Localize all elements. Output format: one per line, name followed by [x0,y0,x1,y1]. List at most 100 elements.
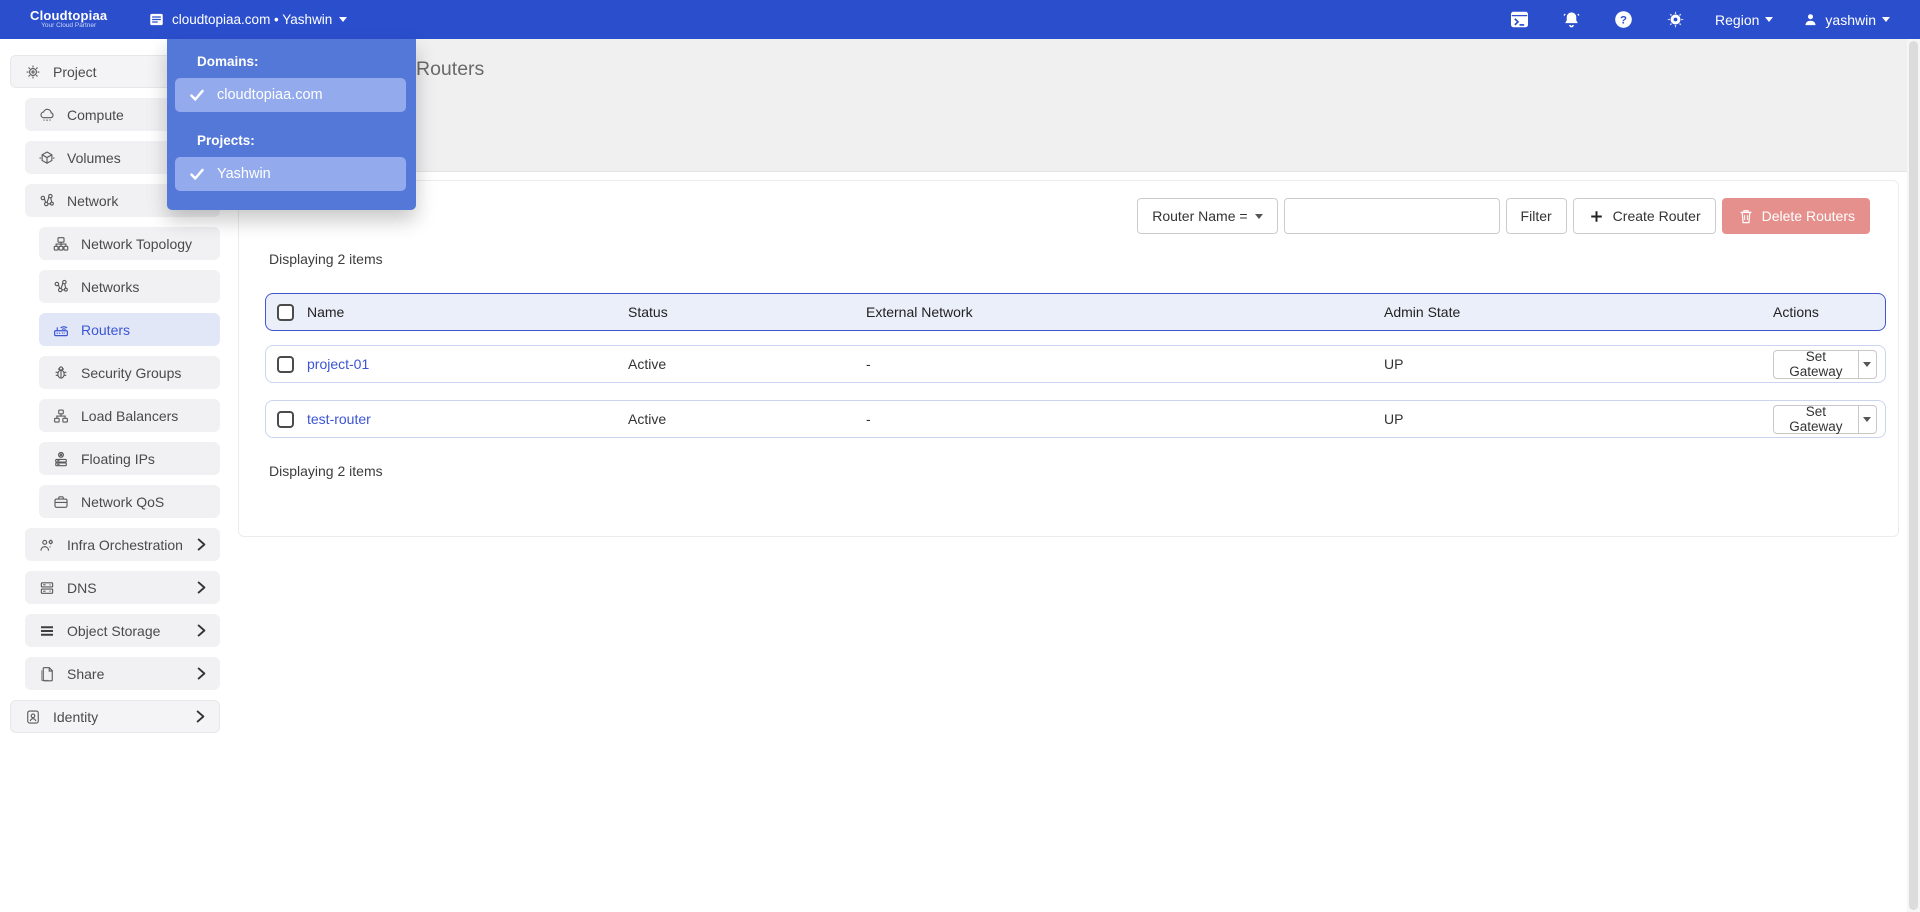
projects-heading: Projects: [197,133,255,148]
sidebar-item-object-storage[interactable]: Object Storage [25,614,220,647]
chevron-down-icon [1765,17,1774,22]
project-option-yashwin[interactable]: Yashwin [175,157,406,191]
sidebar-item-security-groups[interactable]: Security Groups [39,356,220,389]
navbar-right: ? Region yashwin [1493,0,1920,39]
chevron-right-icon [196,538,207,551]
chevron-down-icon [339,17,348,22]
sidebar-item-dns[interactable]: DNS [25,571,220,604]
scrollbar-thumb[interactable] [1909,41,1918,910]
chevron-right-icon [196,624,207,637]
nodes-icon [38,192,56,210]
actions-cell: Set Gateway [1773,404,1885,434]
sidebar-item-infra-orchestration[interactable]: Infra Orchestration [25,528,220,561]
row-checkbox[interactable] [277,355,294,373]
external-network-cell: - [866,356,871,372]
bell-icon[interactable] [1545,0,1597,39]
sidebar-item-network-qos[interactable]: Network QoS [39,485,220,518]
domain-option-cloudtopiaa[interactable]: cloudtopiaa.com [175,78,406,112]
check-icon [188,89,206,101]
external-network-cell: - [866,411,871,427]
sidebar-item-label: Network QoS [81,493,165,510]
region-label: Region [1715,11,1760,28]
set-gateway-button[interactable]: Set Gateway [1773,349,1858,379]
user-menu[interactable]: yashwin [1787,0,1904,39]
chevron-down-icon [1863,416,1872,422]
main-content: Routers Router Name = Filter Create Rout… [232,39,1920,912]
routers-panel: Router Name = Filter Create Router Delet… [238,180,1899,537]
router-icon [52,321,70,339]
sidebar-item-routers[interactable]: Routers [39,313,220,346]
row-checkbox[interactable] [277,410,294,428]
brand-logo[interactable]: Cloudtopiaa Your Cloud Partner [30,9,107,30]
row-actions-split-button: Set Gateway [1773,404,1877,434]
region-dropdown[interactable]: Region [1701,0,1787,39]
sidebar-item-floating-ips[interactable]: Floating IPs [39,442,220,475]
filter-field-dropdown[interactable]: Router Name = [1137,198,1278,234]
filter-search-input[interactable] [1283,198,1500,234]
filter-button[interactable]: Filter [1505,198,1567,234]
server-icon [38,579,56,597]
table-row: test-router Active - UP Set Gateway [265,400,1886,438]
ip-stack-icon [52,450,70,468]
create-router-button[interactable]: Create Router [1572,198,1716,234]
column-header-actions: Actions [1773,304,1819,320]
chevron-right-icon [196,581,207,594]
sidebar-item-label: Identity [53,708,99,725]
router-name-link[interactable]: test-router [307,411,628,427]
sidebar-item-label: Security Groups [81,364,182,381]
plus-icon [1588,210,1606,223]
column-header-external-network: External Network [866,304,973,320]
row-select-cell [266,355,307,373]
top-navbar: Cloudtopiaa Your Cloud Partner cloudtopi… [0,0,1920,39]
set-gateway-button[interactable]: Set Gateway [1773,404,1858,434]
username-label: yashwin [1825,11,1876,28]
chevron-right-icon [195,710,206,723]
column-header-admin-state: Admin State [1384,304,1461,320]
actions-cell: Set Gateway [1773,349,1885,379]
row-actions-split-button: Set Gateway [1773,349,1877,379]
bars-icon [38,622,56,640]
sidebar-item-label: Network [67,192,119,209]
brand-name: Cloudtopiaa [30,7,108,23]
page-scrollbar[interactable] [1907,39,1920,912]
actions-menu-toggle[interactable] [1857,349,1877,379]
sidebar-item-label: Project [53,63,97,80]
sidebar-item-identity[interactable]: Identity [10,700,220,733]
nodes-icon [52,278,70,296]
table-header-row: Name Status External Network Admin State… [265,293,1886,331]
domain-project-dropdown-panel: Domains: cloudtopiaa.com Projects: Yashw… [167,39,416,210]
column-header-status: Status [628,304,668,320]
trash-icon [1737,209,1755,224]
sidebar-item-label: Compute [67,106,124,123]
user-icon [1801,12,1819,27]
sidebar-item-label: Infra Orchestration [67,536,183,553]
row-select-cell [266,410,307,428]
cube-icon [38,149,56,167]
console-icon[interactable] [1493,0,1545,39]
cloud-icon [38,106,56,124]
help-icon[interactable]: ? [1597,0,1649,39]
sidebar-item-label: Network Topology [81,235,193,252]
filter-button-label: Filter [1520,208,1552,224]
project-option-label: Yashwin [217,166,271,182]
domain-project-switcher[interactable]: cloudtopiaa.com • Yashwin [147,0,348,39]
sidebar-item-load-balancers[interactable]: Load Balancers [39,399,220,432]
actions-menu-toggle[interactable] [1857,404,1877,434]
chevron-down-icon [1882,17,1890,22]
delete-routers-button[interactable]: Delete Routers [1721,198,1870,234]
select-all-checkbox[interactable] [277,303,294,321]
table-toolbar: Router Name = Filter Create Router Delet… [1137,198,1870,234]
sidebar-item-share[interactable]: Share [25,657,220,690]
svg-text:?: ? [1620,14,1627,26]
briefcase-icon [52,493,70,511]
gear-icon[interactable] [1649,0,1701,39]
chevron-down-icon [1254,213,1263,219]
bug-icon [52,364,70,382]
sidebar-item-label: DNS [67,579,97,596]
chevron-right-icon [196,667,207,680]
sidebar-item-networks[interactable]: Networks [39,270,220,303]
router-name-link[interactable]: project-01 [307,356,628,372]
sidebar-item-network-topology[interactable]: Network Topology [39,227,220,260]
context-label: cloudtopiaa.com • Yashwin [172,12,333,27]
domain-option-label: cloudtopiaa.com [217,87,323,103]
